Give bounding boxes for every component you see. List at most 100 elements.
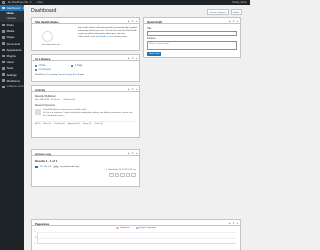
glance-footer-prefix: WordPress 6.x running — [35, 73, 58, 76]
site-health-link[interactable]: Site Health screen — [96, 36, 114, 38]
chart-legend: Pageviews Unique Pageviews — [32, 227, 240, 230]
request-path: /wp-admin/index.php — [60, 165, 80, 168]
sidebar-item-dashboard[interactable]: Dashboard — [0, 5, 24, 12]
settings-icon — [2, 73, 5, 76]
help-button[interactable]: Help ▾ — [230, 9, 242, 16]
glance-posts-label: 1 Post — [38, 64, 46, 67]
move-up-icon[interactable]: ▲ — [228, 20, 231, 23]
screen-options-button[interactable]: Screen Options ▾ — [207, 9, 230, 16]
widget-controls: ▲ ▼ ▴ — [228, 222, 238, 225]
toggle-panel-icon[interactable]: ▴ — [136, 57, 137, 60]
pages-icon — [2, 36, 5, 39]
move-down-icon[interactable]: ▼ — [132, 152, 135, 155]
sidebar-item-label: Comments — [6, 41, 21, 46]
sidebar-item-label: Users — [6, 60, 14, 65]
wordfence-icon — [2, 79, 5, 83]
recent-comments-heading: Recent Comments — [35, 104, 55, 108]
wordpress-logo-icon[interactable] — [2, 1, 5, 4]
move-up-icon[interactable]: ▲ — [127, 57, 130, 60]
toggle-panel-icon[interactable]: ▴ — [136, 88, 137, 91]
ip-address-link[interactable]: 192.168.1.10 — [40, 166, 52, 168]
widget-title: Access Log — [35, 151, 51, 156]
prev-page-button[interactable]: ‹ — [115, 173, 120, 178]
legend-item-unique[interactable]: Unique Pageviews — [135, 227, 157, 230]
move-down-icon[interactable]: ▼ — [132, 20, 135, 23]
results-count: Results 1 - 1 of 1 — [35, 159, 58, 163]
filter-approved-link[interactable]: Approved (1) — [68, 123, 80, 125]
legend-swatch — [115, 227, 119, 230]
filter-all-link[interactable]: All (1) — [35, 123, 40, 125]
move-down-icon[interactable]: ▼ — [132, 88, 135, 91]
toggle-panel-icon[interactable]: ▴ — [237, 222, 238, 225]
glance-comments-link[interactable]: 1 Comment — [35, 68, 51, 71]
draft-title-input[interactable] — [147, 31, 237, 36]
next-page-button[interactable]: › — [126, 173, 131, 178]
dashboard-submenu: Home Updates — [0, 11, 24, 22]
widget-title: Pageviews — [35, 221, 50, 226]
last-page-button[interactable]: » — [131, 173, 136, 178]
title-label: Title — [147, 27, 152, 30]
comments-count[interactable]: 0 — [30, 1, 31, 4]
move-up-icon[interactable]: ▲ — [228, 222, 231, 225]
activity-widget: Activity ▲ ▼ ▴ Recently Published Nov 19… — [31, 85, 140, 138]
sidebar-item-label: Media — [6, 29, 15, 34]
toggle-panel-icon[interactable]: ▴ — [237, 20, 238, 23]
collapse-label: Collapse menu — [6, 85, 24, 89]
filter-mine-link[interactable]: Mine (0) — [43, 123, 51, 125]
comment-post-link[interactable]: Hello world! — [75, 109, 86, 111]
sidebar-item-label: Wordfence — [6, 78, 21, 83]
move-down-icon[interactable]: ▼ — [233, 20, 236, 23]
comment-body: Hi, this is a comment. To get started wi… — [43, 111, 133, 117]
move-up-icon[interactable]: ▲ — [127, 20, 130, 23]
dashboard-icon — [2, 6, 5, 10]
status-badge: 200 — [53, 165, 59, 168]
comment-author-link[interactable]: A WordPress Commenter — [48, 109, 72, 111]
sidebar-item-label: Pages — [6, 35, 15, 40]
filter-pending-link[interactable]: Pending (0) — [54, 123, 65, 125]
tools-icon — [2, 67, 5, 70]
widget-title: At a Glance — [35, 56, 51, 61]
sidebar-item-label: Settings — [6, 72, 17, 77]
move-up-icon[interactable]: ▲ — [127, 88, 130, 91]
sidebar-item-label: Dashboard — [6, 6, 21, 11]
admin-sidebar: Dashboard Home Updates Posts Media Pages… — [0, 5, 24, 250]
draft-content-textarea[interactable]: What's on your mind? — [147, 41, 237, 51]
content-label: Content — [147, 37, 156, 41]
theme-link[interactable]: Twenty Twenty-Four — [58, 74, 78, 76]
widget-title: Activity — [35, 87, 46, 92]
move-down-icon[interactable]: ▼ — [132, 57, 135, 60]
widget-title: Site Health Status — [35, 19, 59, 24]
health-link-suffix: to learn more. — [113, 36, 128, 38]
widget-header: At a Glance ▲ ▼ ▴ — [32, 55, 139, 61]
account-link[interactable]: Howdy, admin — [232, 1, 247, 4]
glance-pages-label: 1 Page — [74, 64, 83, 67]
sidebar-item-label: Appearance — [6, 47, 22, 52]
filter-trash-link[interactable]: Trash (0) — [94, 123, 102, 125]
legend-label: Unique Pageviews — [139, 227, 157, 230]
glance-pages-link[interactable]: 1 Page — [71, 64, 82, 67]
collapse-menu-button[interactable]: Collapse menu — [0, 84, 24, 90]
first-page-button[interactable]: « — [109, 173, 115, 178]
legend-item-pageviews[interactable]: Pageviews — [115, 227, 130, 230]
site-name-link[interactable]: My WordPress Site — [8, 1, 28, 4]
sidebar-item-wordfence[interactable]: Wordfence — [0, 78, 24, 84]
widget-header: Quick Draft ▲ ▼ ▴ — [144, 18, 240, 24]
submenu-item-updates[interactable]: Updates — [0, 17, 24, 22]
y-tick-label: 1 — [34, 231, 36, 233]
move-down-icon[interactable]: ▼ — [233, 222, 236, 225]
post-title-link[interactable]: Hello world! — [64, 99, 75, 101]
move-up-icon[interactable]: ▲ — [127, 152, 130, 155]
glance-footer: WordPress 6.x running Twenty Twenty-Four… — [35, 74, 136, 76]
widget-controls: ▲ ▼ ▴ — [127, 88, 137, 91]
toggle-panel-icon[interactable]: ▴ — [136, 20, 137, 23]
avatar — [35, 109, 41, 116]
filter-spam-link[interactable]: Spam (0) — [83, 123, 92, 125]
health-status-ring — [42, 31, 53, 42]
log-row: 192.168.1.10 200 /wp-admin/index.php — [35, 165, 136, 168]
save-draft-button[interactable]: Save Draft — [147, 52, 162, 56]
widget-controls: ▲ ▼ ▴ — [228, 20, 238, 23]
sidebar-item-label: Plugins — [6, 54, 16, 58]
new-content-link[interactable]: + New — [36, 1, 43, 4]
glance-posts-link[interactable]: 1 Post — [35, 64, 45, 67]
toggle-panel-icon[interactable]: ▴ — [136, 152, 137, 155]
